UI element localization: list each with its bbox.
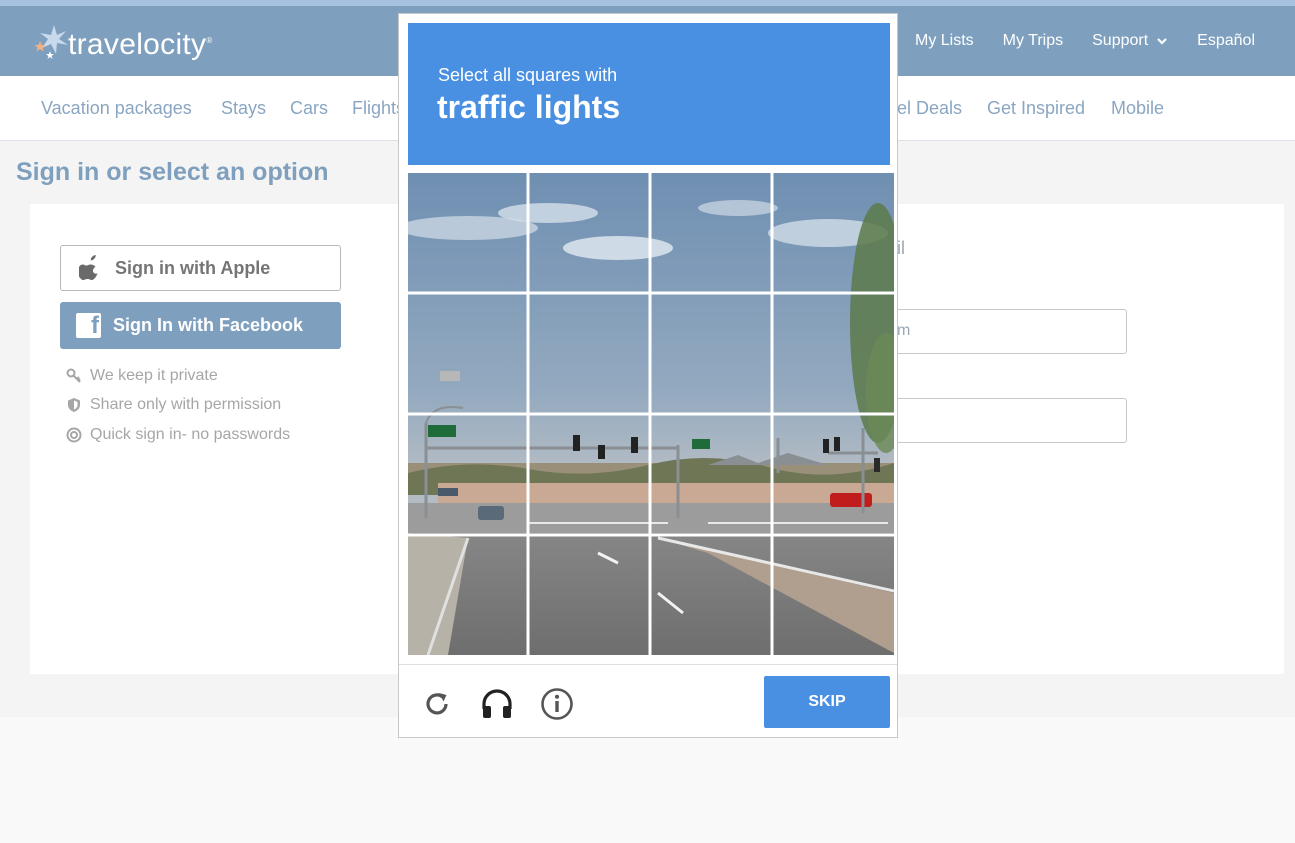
header-strip	[0, 0, 1295, 6]
perk-label: Quick sign in- no passwords	[90, 426, 291, 443]
shield-icon	[68, 398, 80, 412]
captcha-footer-divider	[399, 664, 897, 665]
captcha-tile[interactable]	[652, 294, 771, 412]
subnav-stays[interactable]: Stays	[221, 98, 266, 119]
apple-button-label: Sign in with Apple	[115, 257, 271, 278]
captcha-tile[interactable]	[530, 536, 649, 654]
subnav-deals[interactable]: el Deals	[897, 98, 962, 119]
quick-signin-icon	[66, 427, 82, 443]
captcha-tile[interactable]	[408, 415, 527, 533]
captcha-header: Select all squares with traffic lights	[408, 23, 890, 165]
captcha-dialog: Select all squares with traffic lights S…	[398, 13, 898, 738]
captcha-tile[interactable]	[652, 415, 771, 533]
captcha-tile[interactable]	[652, 536, 771, 654]
page-title: Sign in or select an option	[16, 158, 329, 186]
captcha-tile[interactable]	[774, 173, 893, 291]
travelocity-logo[interactable]: travelocity®	[28, 22, 213, 62]
captcha-tile[interactable]	[530, 173, 649, 291]
captcha-target: traffic lights	[437, 89, 621, 125]
info-icon[interactable]	[539, 686, 575, 722]
perk-permission: Share only with permission	[66, 396, 281, 414]
apple-icon	[79, 255, 98, 280]
captcha-tile[interactable]	[408, 294, 527, 412]
sign-in-apple-button[interactable]: Sign in with Apple	[60, 245, 341, 291]
captcha-tile[interactable]	[408, 536, 527, 654]
facebook-icon: f	[76, 312, 101, 339]
password-field[interactable]	[880, 398, 1127, 443]
headphones-icon[interactable]	[479, 686, 515, 722]
captcha-tile[interactable]	[408, 173, 527, 291]
captcha-image-grid	[408, 173, 894, 655]
nav-my-trips[interactable]: My Trips	[1003, 32, 1063, 50]
nav-my-lists[interactable]: My Lists	[915, 32, 974, 50]
facebook-button-label: Sign In with Facebook	[113, 315, 304, 335]
captcha-tile[interactable]	[530, 415, 649, 533]
email-label: il	[897, 238, 905, 258]
subnav-cars[interactable]: Cars	[290, 98, 328, 119]
perk-label: Share only with permission	[90, 396, 282, 413]
captcha-tile[interactable]	[652, 173, 771, 291]
top-nav: My Lists My Trips Support Español	[764, 32, 1255, 50]
subnav-mobile[interactable]: Mobile	[1111, 98, 1164, 119]
sign-in-facebook-button[interactable]: f Sign In with Facebook	[60, 302, 341, 349]
captcha-instruction: Select all squares with	[438, 65, 618, 85]
email-field[interactable]: m	[880, 309, 1127, 354]
captcha-tile[interactable]	[774, 536, 893, 654]
star-logo-icon	[34, 25, 68, 59]
subnav-get-inspired[interactable]: Get Inspired	[987, 98, 1085, 119]
nav-language[interactable]: Español	[1197, 32, 1255, 50]
skip-button[interactable]: SKIP	[764, 676, 890, 728]
email-placeholder: m	[897, 322, 911, 339]
captcha-tile[interactable]	[774, 294, 893, 412]
nav-support[interactable]: Support	[1092, 32, 1168, 50]
chevron-down-icon	[1157, 38, 1167, 45]
key-icon	[66, 368, 81, 383]
brand-name: travelocity®	[68, 28, 213, 61]
reload-icon[interactable]	[419, 686, 455, 722]
perk-label: We keep it private	[90, 367, 218, 384]
subnav-vacation-packages[interactable]: Vacation packages	[41, 98, 192, 119]
captcha-tile[interactable]	[774, 415, 893, 533]
perk-quick-signin: Quick sign in- no passwords	[66, 426, 290, 444]
captcha-tile[interactable]	[530, 294, 649, 412]
perk-private: We keep it private	[66, 367, 218, 385]
